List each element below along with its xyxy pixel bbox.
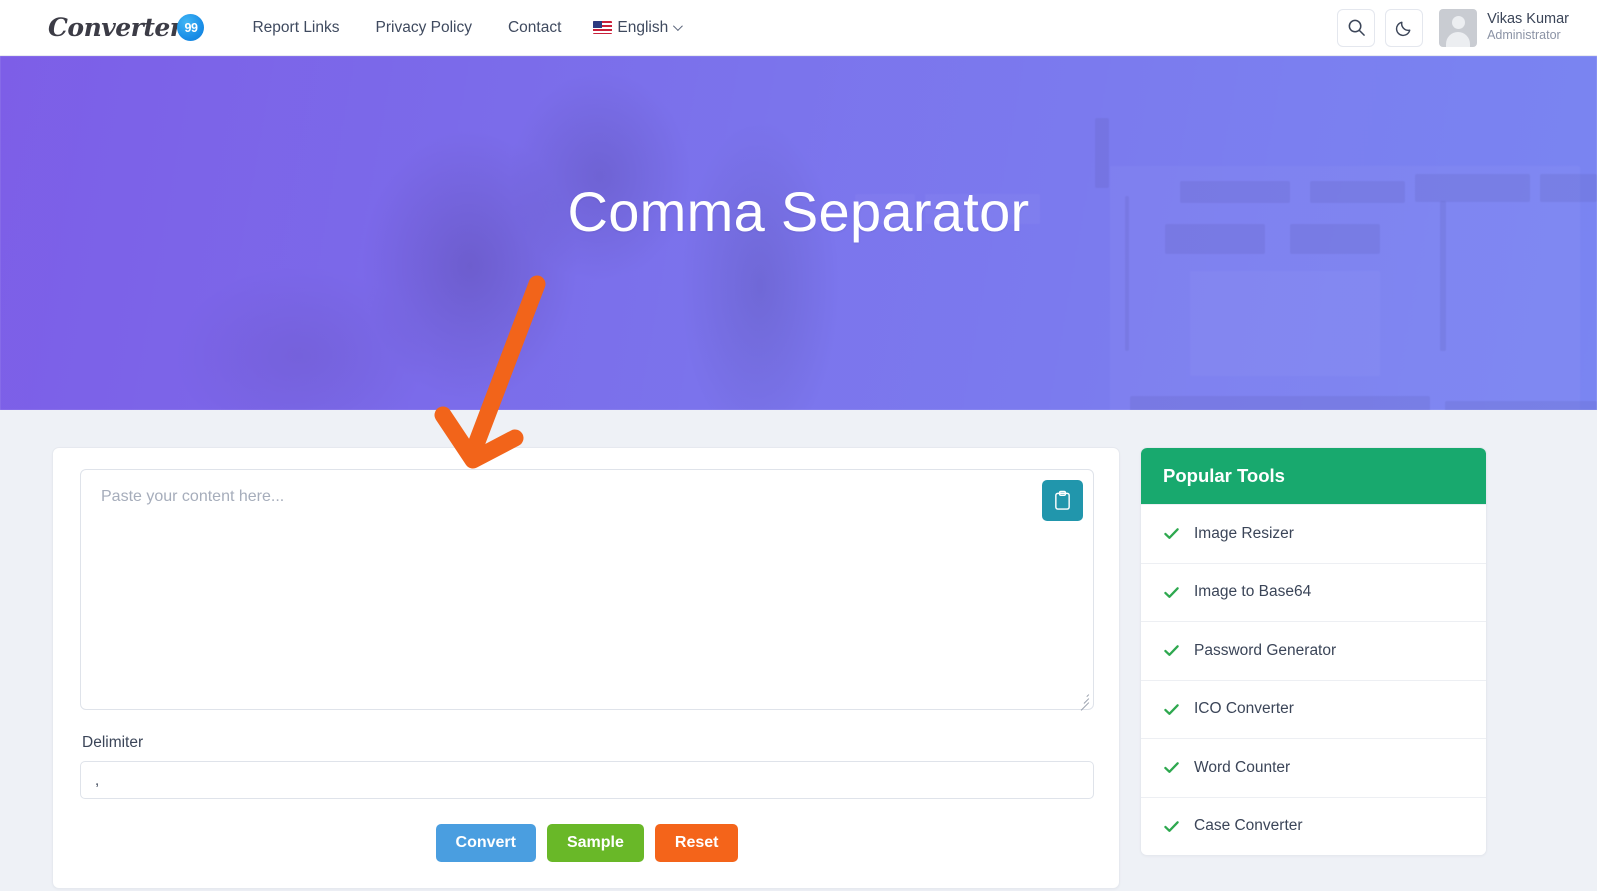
paste-from-clipboard-button[interactable]	[1042, 480, 1083, 521]
moon-icon	[1395, 21, 1410, 37]
sidebar-item-image-to-base64[interactable]: Image to Base64	[1141, 562, 1486, 621]
nav-privacy-policy[interactable]: Privacy Policy	[358, 19, 490, 37]
popular-tools-title: Popular Tools	[1141, 448, 1486, 504]
sidebar-item-image-resizer[interactable]: Image Resizer	[1141, 504, 1486, 563]
language-label: English	[617, 18, 669, 36]
clipboard-icon	[1055, 490, 1070, 510]
popular-tools-panel: Popular Tools Image Resizer Image to Bas…	[1140, 447, 1487, 856]
site-header: Converter 99 Report Links Privacy Policy…	[0, 0, 1597, 56]
check-icon	[1164, 820, 1179, 832]
sidebar-item-label: Password Generator	[1194, 641, 1337, 659]
sidebar-item-ico-converter[interactable]: ICO Converter	[1141, 679, 1486, 738]
delimiter-label: Delimiter	[82, 734, 144, 751]
check-icon	[1164, 703, 1179, 715]
search-icon	[1348, 19, 1365, 36]
sidebar-item-label: Word Counter	[1194, 758, 1291, 776]
nav-contact[interactable]: Contact	[490, 19, 579, 37]
delimiter-input[interactable]	[80, 761, 1094, 799]
language-selector[interactable]: English	[579, 19, 694, 37]
sidebar-item-word-counter[interactable]: Word Counter	[1141, 738, 1486, 797]
action-buttons: Convert Sample Reset	[80, 824, 1094, 862]
sidebar-item-password-generator[interactable]: Password Generator	[1141, 621, 1486, 680]
logo-badge: 99	[177, 14, 205, 41]
header-actions: Vikas Kumar Administrator	[1337, 8, 1569, 47]
check-icon	[1164, 762, 1179, 774]
user-avatar-icon	[1439, 8, 1478, 47]
page-title: Comma Separator	[567, 179, 1030, 243]
sidebar-item-label: Image Resizer	[1194, 524, 1294, 542]
convert-button[interactable]: Convert	[435, 824, 536, 862]
check-icon	[1164, 645, 1179, 657]
converter-panel: Delimiter Convert Sample Reset	[52, 447, 1120, 889]
sidebar-item-label: Case Converter	[1194, 817, 1303, 835]
converter99-logo[interactable]: Converter 99	[48, 13, 205, 42]
reset-button[interactable]: Reset	[654, 824, 739, 862]
sidebar-item-label: Image to Base64	[1194, 583, 1312, 601]
main-navigation: Report Links Privacy Policy Contact Engl…	[234, 19, 694, 37]
logo-text: Converter	[48, 13, 183, 42]
user-menu[interactable]: Vikas Kumar Administrator	[1439, 8, 1569, 47]
check-icon	[1164, 586, 1179, 598]
hero-banner: Comma Separator	[0, 56, 1597, 410]
user-name: Vikas Kumar	[1487, 11, 1569, 28]
user-info: Vikas Kumar Administrator	[1487, 11, 1569, 43]
nav-report-links[interactable]: Report Links	[234, 19, 357, 37]
chevron-down-icon	[673, 21, 684, 32]
check-icon	[1164, 528, 1179, 540]
content-input-wrapper	[80, 469, 1094, 711]
search-button[interactable]	[1337, 8, 1376, 47]
dark-mode-toggle[interactable]	[1385, 8, 1424, 47]
sample-button[interactable]: Sample	[546, 824, 644, 862]
sidebar-item-case-converter[interactable]: Case Converter	[1141, 796, 1486, 855]
us-flag-icon	[593, 21, 613, 34]
main-content: Delimiter Convert Sample Reset Popular T…	[0, 410, 1597, 889]
content-textarea[interactable]	[80, 469, 1094, 710]
sidebar-item-label: ICO Converter	[1194, 700, 1294, 718]
user-role: Administrator	[1487, 28, 1561, 43]
